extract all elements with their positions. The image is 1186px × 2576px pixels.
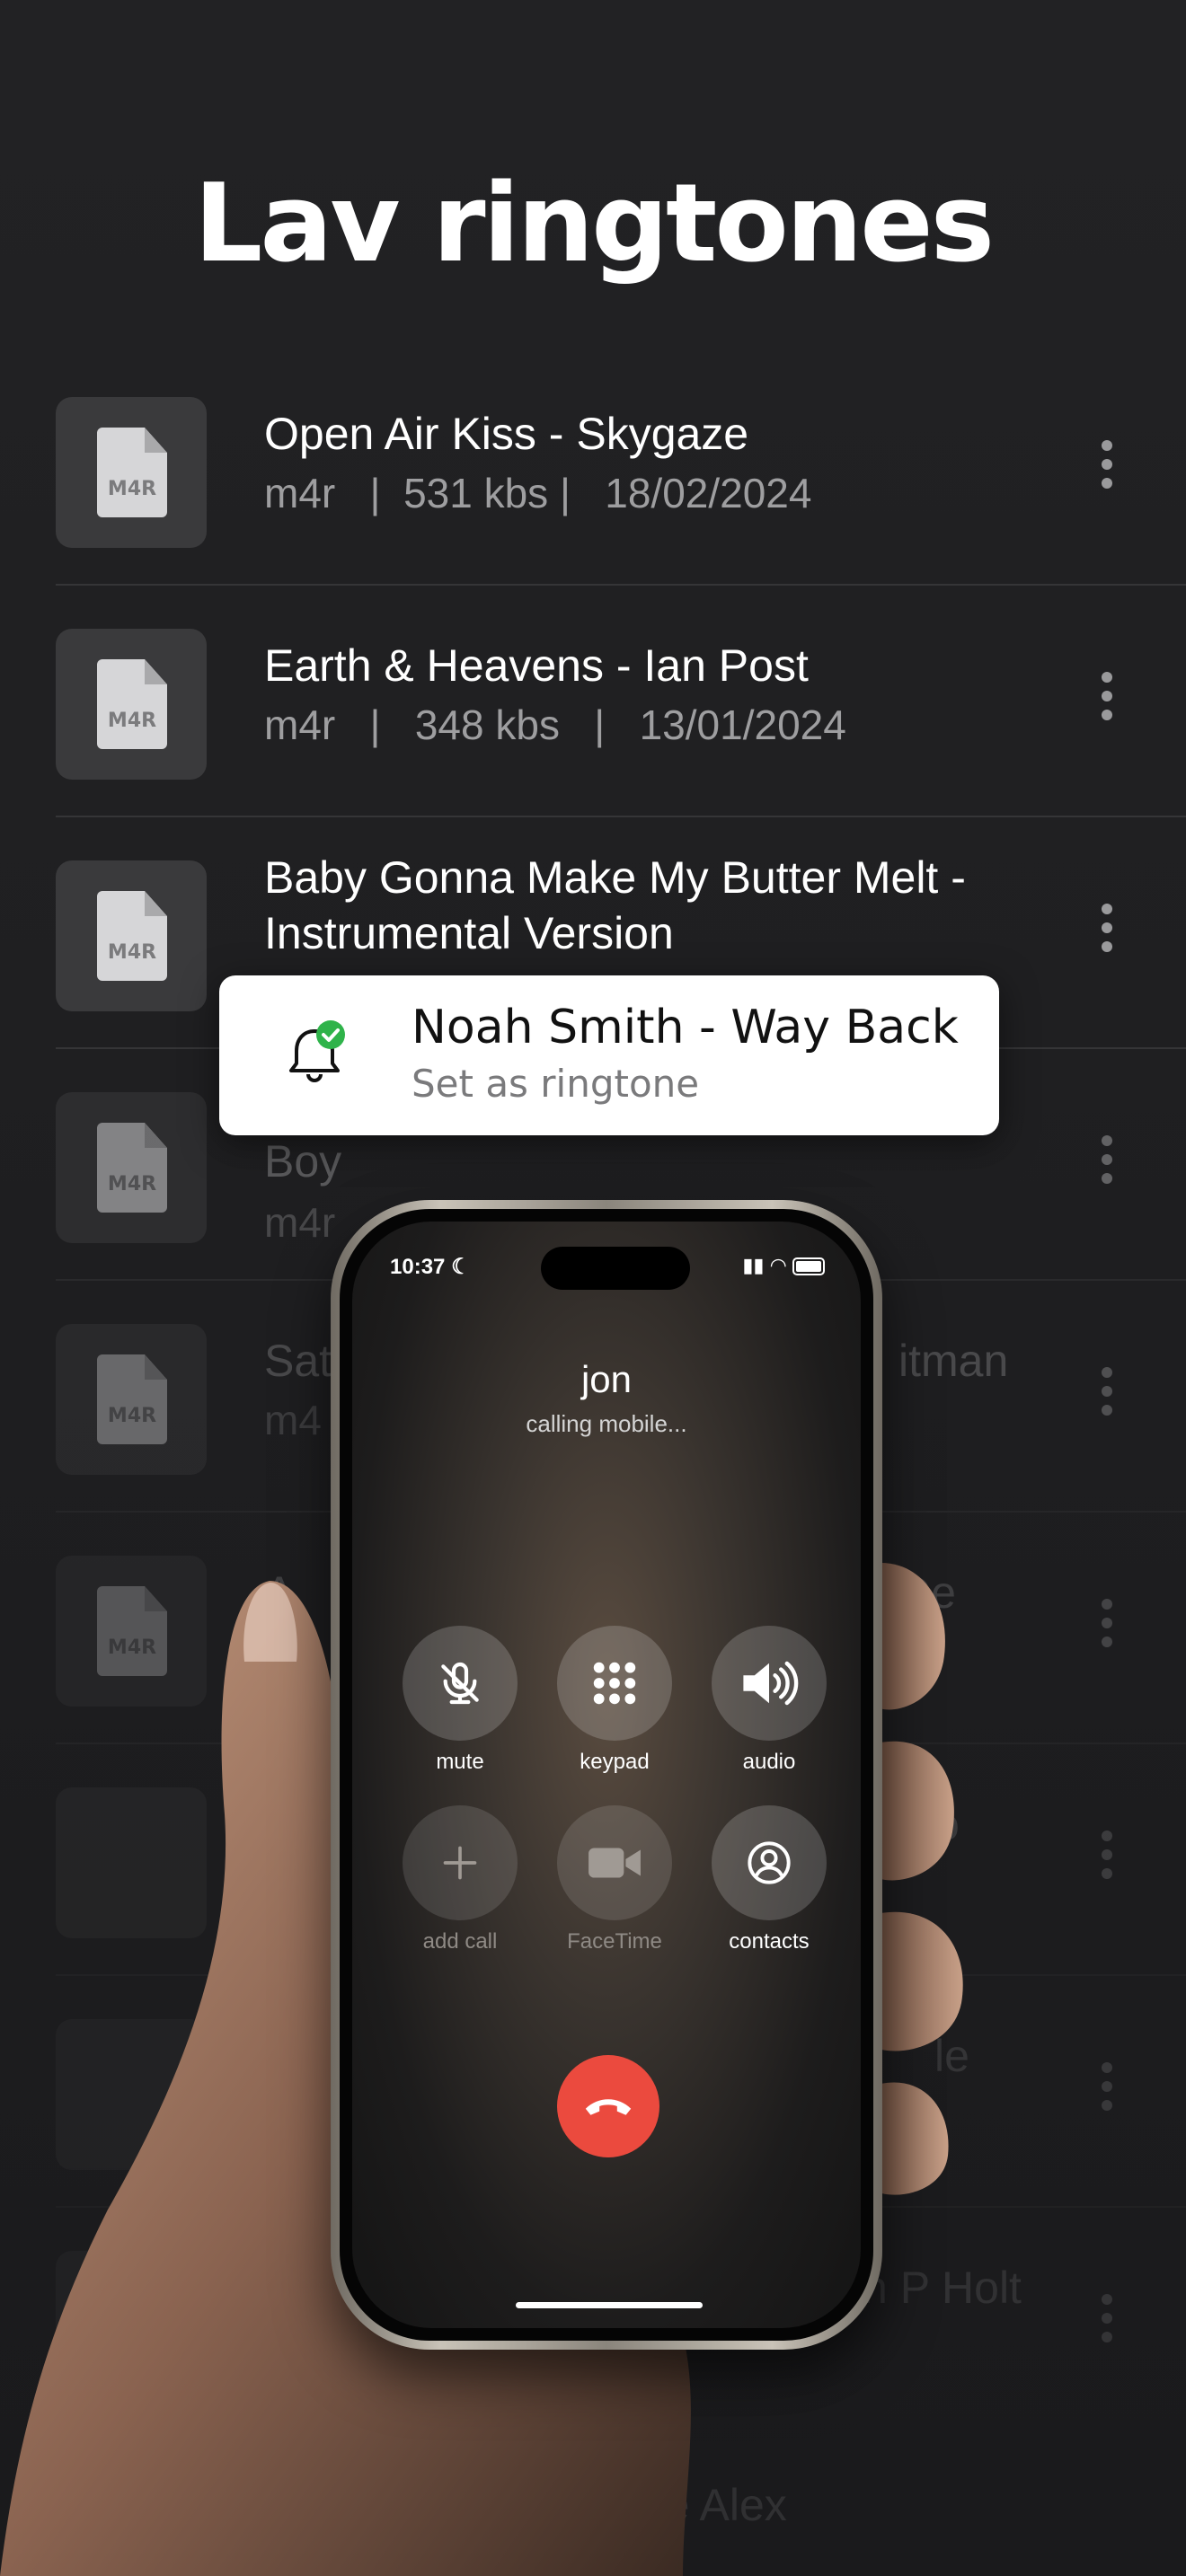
more-options-icon[interactable] <box>1102 1135 1114 1192</box>
speaker-icon <box>712 1626 827 1741</box>
list-item[interactable]: M4R Earth & Heavens - Ian Post m4r | 348… <box>0 586 1186 817</box>
m4r-file-icon: M4R <box>97 428 167 517</box>
ringtone-meta: m4r <box>264 1199 336 1246</box>
call-screen: 10:37 ☾ ▮▮ ◠ jon calling mobile... mute … <box>352 1222 861 2328</box>
m4r-file-icon: M4R <box>97 1354 167 1444</box>
keypad-icon <box>557 1626 672 1741</box>
more-options-icon[interactable] <box>1102 904 1114 960</box>
video-icon <box>557 1805 672 1920</box>
contact-icon <box>712 1805 827 1920</box>
file-thumbnail: M4R <box>56 629 207 780</box>
status-time: 10:37 ☾ <box>390 1255 471 1279</box>
mic-off-icon <box>403 1626 518 1741</box>
status-icons: ▮▮ ◠ <box>742 1254 825 1277</box>
ringtone-title-fragment: itman <box>898 1336 1009 1386</box>
file-thumbnail: M4R <box>56 397 207 548</box>
m4r-file-icon: M4R <box>97 659 167 749</box>
ringtone-title: Open Air Kiss - Skygaze <box>264 409 749 459</box>
signal-icon: ▮▮ <box>742 1254 765 1276</box>
caller-name: jon <box>580 1358 633 1400</box>
phone-mockup: 10:37 ☾ ▮▮ ◠ jon calling mobile... mute … <box>331 1200 882 2350</box>
more-options-icon[interactable] <box>1102 672 1114 728</box>
plus-icon <box>403 1805 518 1920</box>
call-status: calling mobile... <box>526 1410 687 1437</box>
wifi-icon: ◠ <box>769 1254 787 1276</box>
dynamic-island <box>541 1247 690 1290</box>
list-item[interactable]: M4R Open Air Kiss - Skygaze m4r | 531 kb… <box>0 354 1186 586</box>
toast-subtitle: Set as ringtone <box>412 1062 700 1106</box>
m4r-file-icon: M4R <box>97 1123 167 1213</box>
home-indicator <box>516 2302 703 2308</box>
file-thumbnail: M4R <box>56 1324 207 1475</box>
file-thumbnail: M4R <box>56 860 207 1011</box>
ringtone-title: Baby Gonna Make My Butter Melt - Instrum… <box>264 852 966 958</box>
file-thumbnail: M4R <box>56 1092 207 1243</box>
keypad-button[interactable]: keypad <box>557 1626 672 1775</box>
contacts-button[interactable]: contacts <box>712 1805 827 1954</box>
end-call-button[interactable] <box>557 2055 659 2157</box>
m4r-file-icon: M4R <box>97 891 167 981</box>
ringtone-meta: m4r | 531 kbs | 18/02/2024 <box>264 470 812 516</box>
audio-button[interactable]: audio <box>712 1626 827 1775</box>
end-call-icon <box>585 2099 632 2115</box>
ringtone-title: Boy <box>264 1136 342 1187</box>
ringtone-set-toast: Noah Smith - Way Back Set as ringtone <box>219 975 999 1135</box>
add-call-button[interactable]: add call <box>403 1805 518 1954</box>
bell-check-icon <box>289 1020 345 1082</box>
ringtone-meta: m4 <box>264 1397 322 1443</box>
battery-icon <box>792 1257 825 1276</box>
mute-button[interactable]: mute <box>403 1626 518 1775</box>
more-options-icon[interactable] <box>1102 440 1114 497</box>
toast-title: Noah Smith - Way Back <box>412 1001 959 1054</box>
ringtone-title: Sat <box>264 1336 332 1386</box>
moon-icon: ☾ <box>451 1255 471 1279</box>
facetime-button[interactable]: FaceTime <box>557 1805 672 1954</box>
ringtone-title: Earth & Heavens - Ian Post <box>264 640 809 691</box>
ringtone-meta: m4r | 348 kbs | 13/01/2024 <box>264 701 846 748</box>
more-options-icon[interactable] <box>1102 1367 1114 1424</box>
